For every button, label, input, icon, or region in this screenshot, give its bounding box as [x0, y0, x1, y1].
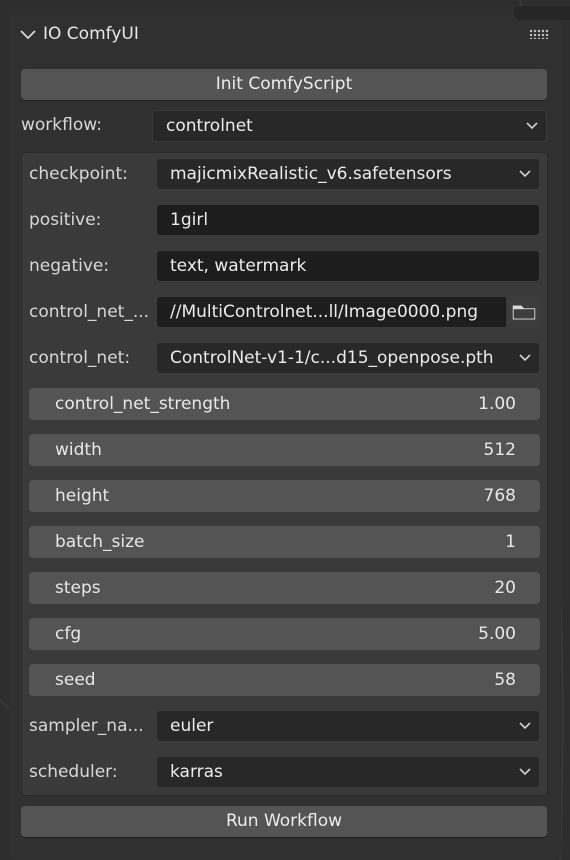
positive-input[interactable]: 1girl — [156, 204, 540, 236]
control-net-image-path-input[interactable]: //MultiControlnet...ll/Image0000.png — [156, 296, 507, 328]
run-workflow-button[interactable]: Run Workflow — [21, 806, 547, 837]
slider-name: batch_size — [55, 532, 145, 552]
dropdown-caret-icon — [519, 354, 531, 362]
slider-value: 5.00 — [478, 624, 516, 644]
slider-name: steps — [55, 578, 101, 598]
slider-value: 512 — [483, 440, 516, 460]
slider-name: width — [55, 440, 102, 460]
slider-value: 20 — [494, 578, 516, 598]
dropdown-caret-icon — [519, 170, 531, 178]
control-net-value: ControlNet-v1-1/c...d15_openpose.pth — [170, 348, 494, 368]
checkpoint-value: majicmixRealistic_v6.safetensors — [170, 164, 452, 184]
seed-slider[interactable]: seed 58 — [29, 664, 540, 696]
panel-header[interactable]: IO ComfyUI — [9, 14, 561, 56]
dropdown-caret-icon — [519, 722, 531, 730]
sampler-name-value: euler — [170, 716, 214, 736]
slider-value: 58 — [494, 670, 516, 690]
positive-label: positive: — [29, 210, 102, 230]
scheduler-value: karras — [170, 762, 223, 782]
folder-icon — [512, 305, 536, 320]
checkpoint-label: checkpoint: — [29, 164, 128, 184]
init-comfyscript-button[interactable]: Init ComfyScript — [21, 69, 547, 100]
scheduler-label: scheduler: — [29, 762, 118, 782]
chevron-down-icon[interactable] — [19, 27, 37, 43]
workflow-value: controlnet — [166, 116, 253, 136]
sampler-name-select[interactable]: euler — [156, 710, 540, 742]
width-slider[interactable]: width 512 — [29, 434, 540, 466]
control-net-label: control_net: — [29, 348, 131, 368]
negative-label: negative: — [29, 256, 110, 276]
panel-title: IO ComfyUI — [43, 24, 139, 44]
file-browse-button[interactable] — [507, 296, 541, 328]
negative-input[interactable]: text, watermark — [156, 250, 540, 282]
control-net-select[interactable]: ControlNet-v1-1/c...d15_openpose.pth — [156, 342, 540, 374]
parameters-box — [21, 152, 548, 796]
steps-slider[interactable]: steps 20 — [29, 572, 540, 604]
scheduler-select[interactable]: karras — [156, 756, 540, 788]
workflow-label: workflow: — [21, 115, 102, 135]
slider-value: 1 — [505, 532, 516, 552]
slider-value: 1.00 — [478, 394, 516, 414]
slider-name: cfg — [55, 624, 82, 644]
batch-size-slider[interactable]: batch_size 1 — [29, 526, 540, 558]
cfg-slider[interactable]: cfg 5.00 — [29, 618, 540, 650]
checkpoint-select[interactable]: majicmixRealistic_v6.safetensors — [156, 158, 540, 190]
slider-name: seed — [55, 670, 96, 690]
control-net-image-label: control_net_... — [29, 302, 150, 322]
workflow-select[interactable]: controlnet — [152, 110, 547, 142]
comfyui-panel: IO ComfyUI Init ComfyScript workflow: co… — [9, 6, 570, 860]
sampler-name-label: sampler_na... — [29, 716, 144, 736]
slider-name: control_net_strength — [55, 394, 231, 414]
slider-name: height — [55, 486, 110, 506]
dropdown-caret-icon — [519, 768, 531, 776]
grip-icon[interactable] — [529, 29, 549, 39]
slider-value: 768 — [483, 486, 516, 506]
control-net-strength-slider[interactable]: control_net_strength 1.00 — [29, 388, 540, 420]
dropdown-caret-icon — [526, 122, 538, 130]
panel-top-tab — [514, 6, 570, 20]
height-slider[interactable]: height 768 — [29, 480, 540, 512]
